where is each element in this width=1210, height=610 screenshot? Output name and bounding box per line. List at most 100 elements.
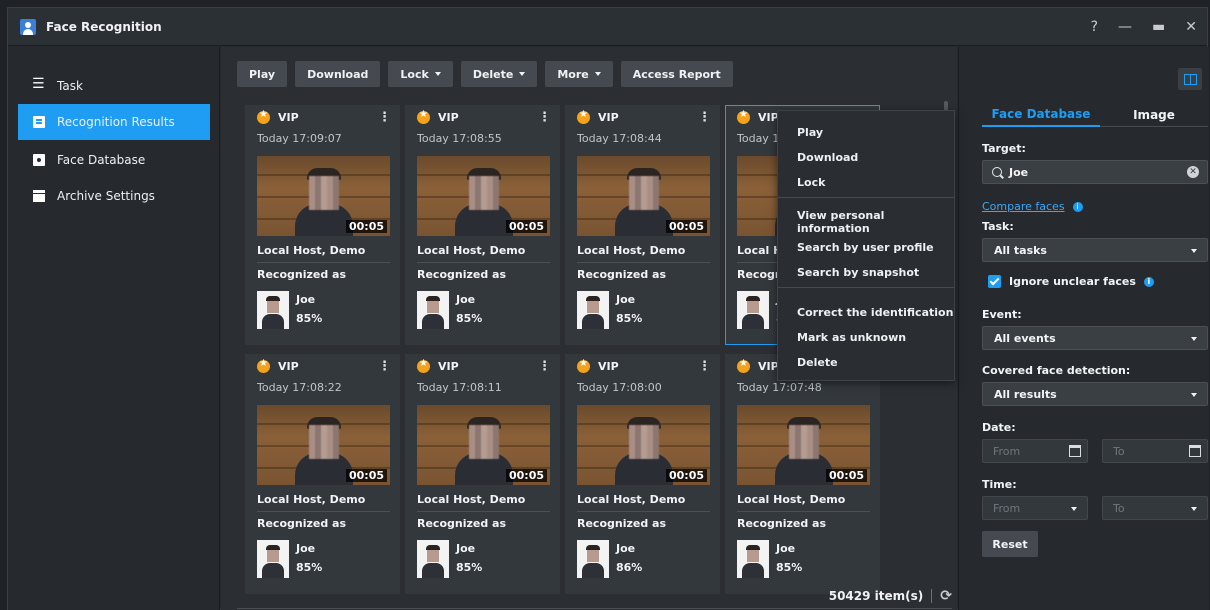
snapshot-thumbnail[interactable]: 00:05: [257, 405, 390, 485]
menu-item-mark-as-unknown[interactable]: Mark as unknown: [778, 325, 954, 349]
camera-location: Local Host, Demo: [737, 493, 846, 506]
avatar-body: [422, 314, 444, 329]
date-to-input[interactable]: To: [1102, 439, 1208, 463]
menu-item-correct-the-identification[interactable]: Correct the identification: [778, 300, 954, 324]
more-options-icon[interactable]: ⋮: [378, 110, 391, 125]
help-icon[interactable]: ?: [1091, 19, 1098, 35]
sidebar-item-recognition-results[interactable]: Recognition Results: [18, 104, 210, 140]
menu-item-download[interactable]: Download: [778, 145, 954, 169]
sidebar-item-label: Archive Settings: [57, 189, 155, 203]
menu-item-delete[interactable]: Delete: [778, 350, 954, 374]
camera-location: Local Host, Demo: [417, 493, 526, 506]
ignore-unclear-checkbox[interactable]: [988, 275, 1001, 288]
blurred-face: [629, 176, 659, 210]
recognized-as-label: Recognized as: [577, 268, 667, 281]
person-name: Joe: [456, 293, 476, 306]
download-button[interactable]: Download: [295, 61, 381, 87]
calendar-icon[interactable]: [1069, 445, 1081, 457]
result-card[interactable]: VIP ⋮ Today 17:08:11 00:05 Local Host, Demo R…: [405, 354, 560, 594]
snapshot-thumbnail[interactable]: 00:05: [577, 405, 710, 485]
clear-icon[interactable]: ✕: [1187, 166, 1199, 178]
task-select[interactable]: All tasks: [982, 238, 1208, 262]
result-card[interactable]: VIP ⋮ Today 17:08:55 00:05 Local Host, Demo R…: [405, 105, 560, 345]
task-value: All tasks: [994, 243, 1047, 257]
blurred-face: [469, 425, 499, 459]
menu-item-view-personal-information[interactable]: View personal information: [778, 209, 954, 235]
vip-tag: VIP: [257, 358, 299, 373]
refresh-icon[interactable]: ⟳: [940, 588, 952, 604]
avatar: [417, 291, 449, 329]
target-search-input[interactable]: Joe ✕: [982, 160, 1208, 184]
more-options-icon[interactable]: ⋮: [698, 110, 711, 125]
capture-time: Today 17:08:44: [577, 132, 662, 145]
vip-star-icon: [257, 358, 270, 373]
window-controls: ? — ▬ ✕: [1091, 8, 1197, 46]
capture-time: Today 17:08:55: [417, 132, 502, 145]
more-options-icon[interactable]: ⋮: [538, 359, 551, 374]
capture-time: Today 17:07:48: [737, 381, 822, 394]
play-button[interactable]: Play: [237, 61, 288, 87]
document-icon: [33, 116, 45, 128]
ignore-unclear-row: Ignore unclear faces i: [988, 275, 1154, 288]
more-options-icon[interactable]: ⋮: [698, 359, 711, 374]
access-report-button[interactable]: Access Report: [620, 61, 733, 87]
avatar-body: [742, 563, 764, 578]
avatar-face: [587, 299, 599, 313]
sidebar-item-task[interactable]: Task: [18, 68, 210, 104]
result-card[interactable]: VIP⋮Today 17:07:4800:05Local Host, DemoR…: [725, 354, 880, 594]
clip-duration: 00:05: [505, 220, 547, 233]
avatar-face: [427, 548, 439, 562]
event-select[interactable]: All events: [982, 326, 1208, 350]
capture-time: Today 17:08:00: [577, 381, 662, 394]
lock-dropdown-button[interactable]: Lock: [388, 61, 453, 87]
delete-dropdown-button[interactable]: Delete: [460, 61, 538, 87]
vip-tag: VIP: [257, 109, 299, 124]
confidence-score: 85%: [776, 561, 803, 574]
reset-button[interactable]: Reset: [982, 531, 1038, 557]
capture-time: Today 17:09:07: [257, 132, 342, 145]
result-card[interactable]: VIP ⋮ Today 17:08:44 00:05 Local Host, Demo R…: [565, 105, 720, 345]
result-card[interactable]: VIP ⋮ Today 17:09:07 00:05 Local Host, Demo R…: [245, 105, 400, 345]
avatar-hair: [266, 296, 280, 301]
sidebar-item-face-database[interactable]: Face Database: [18, 142, 210, 178]
sidebar-item-archive-settings[interactable]: Archive Settings: [18, 178, 210, 214]
vip-star-icon: [257, 109, 270, 124]
compare-faces-link[interactable]: Compare faces i: [982, 200, 1083, 213]
calendar-icon[interactable]: [1189, 445, 1201, 457]
time-to-select[interactable]: To: [1102, 496, 1208, 520]
maximize-icon[interactable]: ▬: [1152, 19, 1165, 35]
more-dropdown-button[interactable]: More: [545, 61, 613, 87]
time-from-select[interactable]: From: [982, 496, 1088, 520]
close-icon[interactable]: ✕: [1185, 19, 1197, 35]
recognized-as-label: Recognized as: [257, 517, 347, 530]
result-card[interactable]: VIP ⋮ Today 17:08:22 00:05 Local Host, Demo R…: [245, 354, 400, 594]
avatar-body: [422, 563, 444, 578]
more-options-icon[interactable]: ⋮: [378, 359, 391, 374]
date-from-placeholder: From: [993, 444, 1021, 458]
layout-toggle-button[interactable]: [1178, 68, 1202, 90]
person-name: Joe: [296, 542, 316, 555]
menu-item-search-by-snapshot[interactable]: Search by snapshot: [778, 260, 954, 284]
info-icon[interactable]: i: [1072, 202, 1083, 212]
tab-image[interactable]: Image: [1100, 103, 1208, 127]
covered-face-select[interactable]: All results: [982, 382, 1208, 406]
more-options-icon[interactable]: ⋮: [538, 110, 551, 125]
archive-icon: [33, 190, 45, 202]
info-icon[interactable]: i: [1143, 276, 1154, 287]
menu-item-lock[interactable]: Lock: [778, 170, 954, 194]
snapshot-thumbnail[interactable]: 00:05: [417, 405, 550, 485]
tab-face-database[interactable]: Face Database: [982, 103, 1100, 127]
snapshot-thumbnail[interactable]: 00:05: [257, 156, 390, 236]
result-card[interactable]: VIP ⋮ Today 17:08:00 00:05 Local Host, Demo R…: [565, 354, 720, 594]
avatar-hair: [586, 545, 600, 550]
blurred-face: [309, 176, 339, 210]
snapshot-thumbnail[interactable]: 00:05: [737, 405, 870, 485]
vip-star-icon: [417, 358, 430, 373]
snapshot-thumbnail[interactable]: 00:05: [417, 156, 550, 236]
date-from-input[interactable]: From: [982, 439, 1088, 463]
menu-item-search-by-user-profile[interactable]: Search by user profile: [778, 235, 954, 259]
menu-item-play[interactable]: Play: [778, 120, 954, 144]
snapshot-thumbnail[interactable]: 00:05: [577, 156, 710, 236]
minimize-icon[interactable]: —: [1118, 19, 1132, 35]
avatar-hair: [426, 545, 440, 550]
